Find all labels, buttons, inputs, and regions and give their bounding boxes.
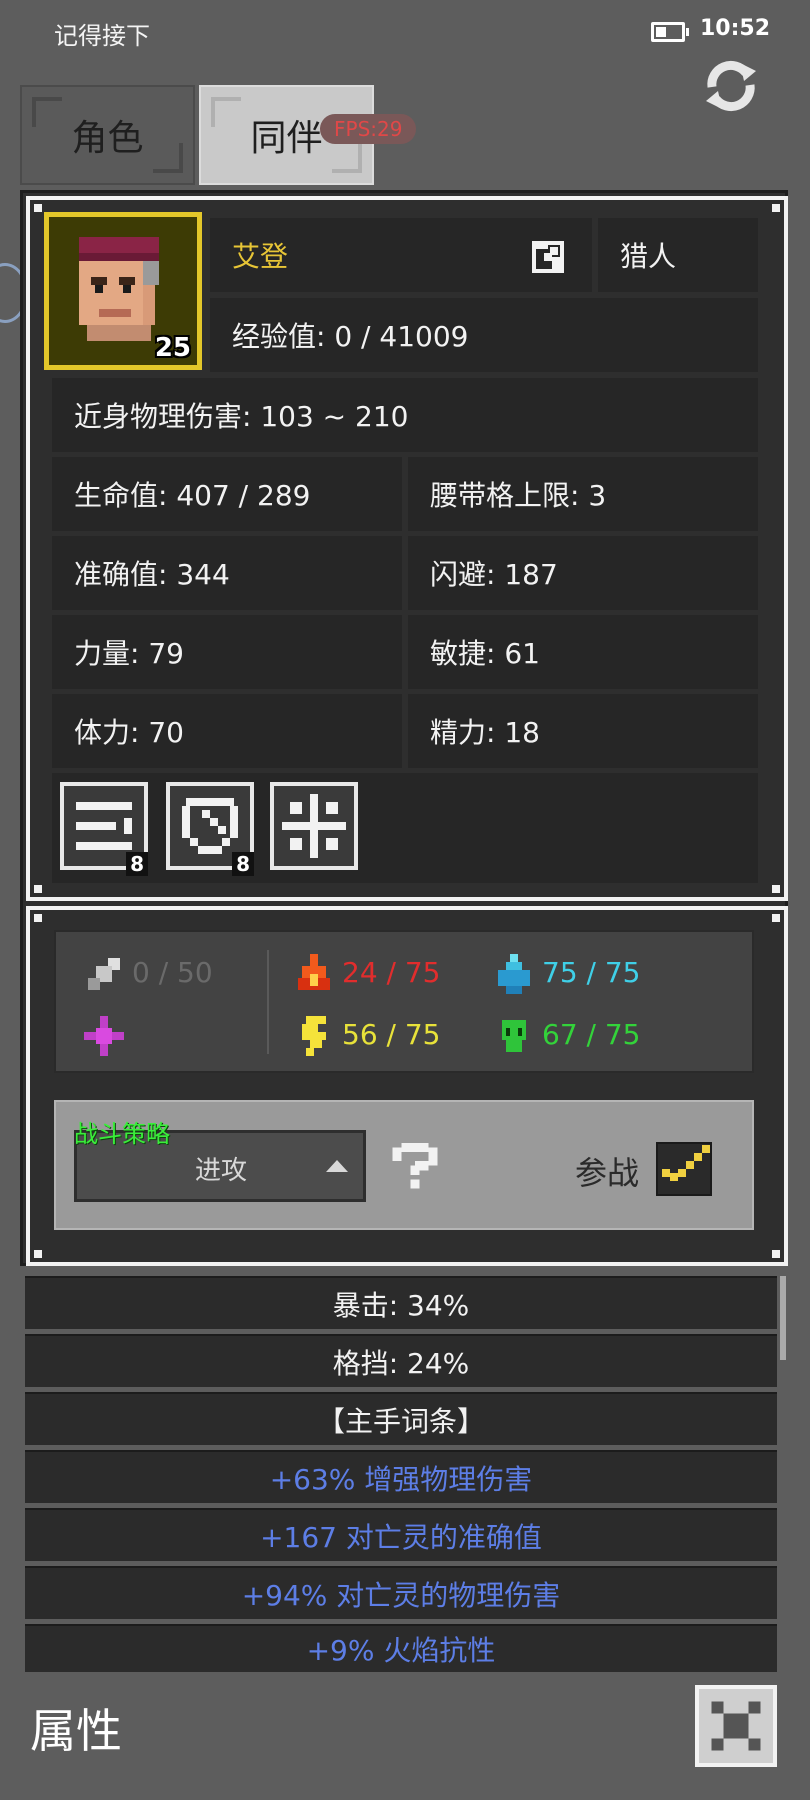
- melee-damage: 近身物理伤害: 103 ~ 210: [74, 400, 409, 433]
- attribute-text: 格挡: 24%: [332, 1346, 470, 1380]
- tab-label: 同伴: [250, 118, 323, 159]
- refresh-icon[interactable]: [700, 55, 762, 117]
- skill-count: 8: [126, 852, 148, 876]
- level-badge: 25: [154, 333, 191, 363]
- skill-slot-2[interactable]: 8: [166, 782, 254, 876]
- stat-strength: 力量: 79: [74, 637, 184, 670]
- close-button[interactable]: [695, 1685, 777, 1767]
- skills-row: [52, 773, 758, 883]
- stat-cell-strength: 力量: 79: [52, 615, 402, 689]
- list-item: +94% 对亡灵的物理伤害: [25, 1566, 777, 1619]
- list-item: 格挡: 24%: [25, 1334, 777, 1387]
- portrait-icon: [79, 237, 159, 341]
- stat-cell-belt: 腰带格上限: 3: [408, 457, 758, 531]
- fire-resist: 24 / 75: [342, 956, 441, 989]
- list-scrollbar[interactable]: [780, 1276, 786, 1360]
- list-item: 暴击: 34%: [25, 1276, 777, 1329]
- attribute-text: +9% 火焰抗性: [306, 1634, 496, 1667]
- resistance-panel: [54, 930, 754, 1073]
- page-title: 属性: [30, 1704, 122, 1758]
- attribute-text: +63% 增强物理伤害: [269, 1462, 533, 1496]
- checkmark-icon: [662, 1145, 710, 1181]
- status-bar: 记得接下 10:52: [0, 0, 810, 68]
- character-name: 艾登: [232, 240, 289, 273]
- lightning-resist: 56 / 75: [342, 1018, 441, 1051]
- tab-label: 角色: [71, 118, 144, 159]
- poison-resist: 67 / 75: [542, 1018, 641, 1051]
- fps-badge: FPS:29: [320, 114, 417, 144]
- rename-icon[interactable]: [532, 241, 564, 273]
- lightning-resist-icon: [302, 1016, 326, 1056]
- attribute-text: +94% 对亡灵的物理伤害: [241, 1578, 561, 1612]
- arcane-resist-icon: [84, 1016, 124, 1056]
- experience-cell: 经验值: 0 / 41009: [210, 298, 758, 372]
- tactic-value: 进攻: [195, 1156, 248, 1186]
- tab-character[interactable]: 角色: [20, 85, 195, 185]
- join-battle-checkbox[interactable]: [656, 1142, 712, 1196]
- water-resist: 75 / 75: [542, 956, 641, 989]
- stat-cell-energy: 精力: 18: [408, 694, 758, 768]
- crosshair-skill-icon: [282, 794, 346, 858]
- attribute-text: 暴击: 34%: [332, 1288, 470, 1322]
- stat-accuracy: 准确值: 344: [74, 558, 230, 591]
- skill-count: 8: [232, 852, 254, 876]
- stat-stamina: 体力: 70: [74, 716, 184, 749]
- skill-slot-1[interactable]: 8: [60, 782, 148, 876]
- stat-cell-hp: 生命值: 407 / 289: [52, 457, 402, 531]
- stat-belt-slots: 腰带格上限: 3: [430, 479, 607, 512]
- physical-resist: 0 / 50: [132, 956, 213, 989]
- stat-hp: 生命值: 407 / 289: [74, 479, 311, 512]
- list-item: +63% 增强物理伤害: [25, 1450, 777, 1503]
- stat-dodge: 闪避: 187: [430, 558, 558, 591]
- stat-cell-accuracy: 准确值: 344: [52, 536, 402, 610]
- character-class: 猎人: [620, 240, 677, 273]
- stat-energy: 精力: 18: [430, 716, 540, 749]
- stat-cell-agility: 敏捷: 61: [408, 615, 758, 689]
- list-item: 【主手词条】: [25, 1392, 777, 1445]
- stat-cell-dodge: 闪避: 187: [408, 536, 758, 610]
- water-resist-icon: [498, 954, 530, 994]
- attribute-text: +167 对亡灵的准确值: [260, 1520, 542, 1554]
- stat-cell-stamina: 体力: 70: [52, 694, 402, 768]
- help-icon[interactable]: [392, 1143, 438, 1193]
- experience-value: 经验值: 0 / 41009: [232, 320, 469, 353]
- skill-slot-3[interactable]: [270, 782, 358, 870]
- join-battle-label: 参战: [575, 1154, 640, 1192]
- caret-up-icon: [326, 1160, 348, 1172]
- attribute-text: 【主手词条】: [316, 1404, 485, 1438]
- stat-agility: 敏捷: 61: [430, 637, 540, 670]
- list-item: +9% 火焰抗性: [25, 1624, 777, 1672]
- list-item: +167 对亡灵的准确值: [25, 1508, 777, 1561]
- close-icon: [711, 1701, 761, 1751]
- melee-damage-cell: 近身物理伤害: 103 ~ 210: [52, 378, 758, 452]
- avatar[interactable]: 25: [44, 212, 202, 370]
- character-class-cell: 猎人: [598, 218, 758, 292]
- physical-resist-icon: [88, 958, 120, 990]
- status-app-name: 记得接下: [54, 22, 150, 50]
- poison-resist-icon: [502, 1020, 526, 1052]
- status-time: 10:52: [700, 16, 771, 41]
- fire-resist-icon: [298, 954, 330, 990]
- tactic-label: 战斗策略: [74, 1120, 170, 1148]
- battery-icon: [651, 22, 689, 42]
